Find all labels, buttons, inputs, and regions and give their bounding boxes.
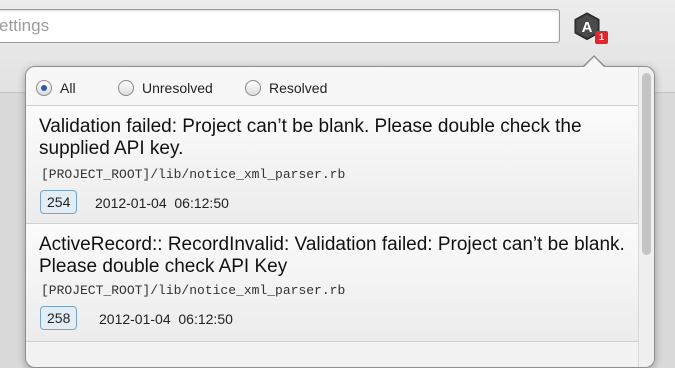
notification-badge: 1 (595, 31, 608, 44)
filter-bar: All Unresolved Resolved (26, 67, 638, 106)
filter-all-label: All (60, 80, 76, 96)
occurrence-count-badge: 258 (40, 306, 78, 330)
scrollbar[interactable] (638, 67, 654, 367)
error-list-item[interactable]: Validation failed: Project can’t be blan… (26, 106, 638, 224)
scrollbar-thumb[interactable] (642, 73, 651, 255)
error-timestamp: 2012-01-04 06:12:50 (95, 195, 229, 211)
filter-resolved-radio[interactable]: Resolved (245, 78, 327, 98)
search-input[interactable] (0, 9, 560, 43)
app-status-button[interactable]: A 1 (573, 11, 609, 47)
error-list-item[interactable]: ActiveRecord:: RecordInvalid: Validation… (26, 224, 638, 342)
error-timestamp: 2012-01-04 06:12:50 (99, 311, 233, 327)
error-file-path: [PROJECT_ROOT]/lib/notice_xml_parser.rb (41, 283, 346, 298)
popover-arrow-inner (583, 57, 605, 68)
filter-unresolved-label: Unresolved (142, 80, 213, 96)
radio-checked-icon[interactable] (36, 80, 52, 96)
error-title: ActiveRecord:: RecordInvalid: Validation… (39, 234, 625, 277)
occurrence-count-badge: 254 (40, 190, 78, 214)
filter-resolved-label: Resolved (269, 80, 328, 96)
error-file-path: [PROJECT_ROOT]/lib/notice_xml_parser.rb (41, 167, 346, 182)
errors-popover: All Unresolved Resolved Validation faile… (25, 66, 655, 368)
radio-unchecked-icon[interactable] (118, 80, 134, 96)
filter-unresolved-radio[interactable]: Unresolved (118, 78, 213, 98)
error-title: Validation failed: Project can’t be blan… (39, 116, 582, 159)
radio-unchecked-icon[interactable] (245, 80, 261, 96)
svg-text:A: A (582, 19, 593, 36)
filter-all-radio[interactable]: All (36, 78, 76, 98)
error-list: Validation failed: Project can’t be blan… (26, 106, 638, 342)
